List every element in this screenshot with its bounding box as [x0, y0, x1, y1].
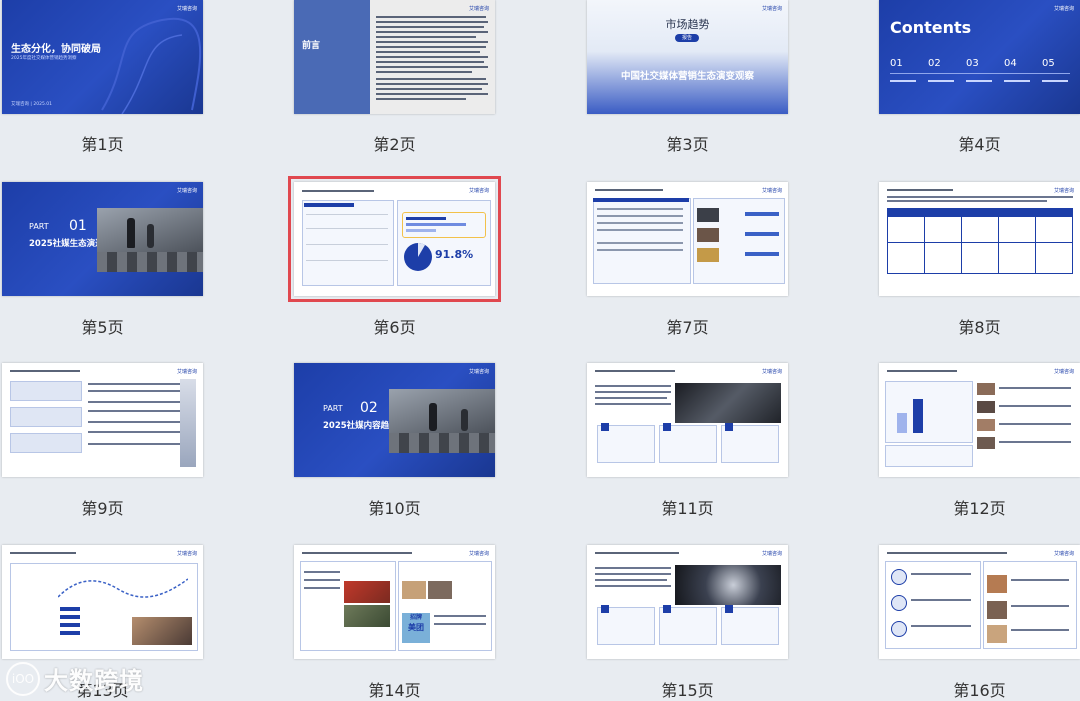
slide-thumbnail[interactable]: 艾瑞咨询 — [879, 363, 1080, 477]
pie-chart — [404, 243, 432, 271]
slide-page-label: 第15页 — [661, 681, 714, 700]
slide-thumbnail[interactable]: 艾瑞咨询 PART 01 2025社媒生态演进 — [2, 182, 203, 296]
brand-logo: 艾瑞咨询 — [1053, 369, 1074, 375]
slide-title: 2025社媒生态演进 — [29, 239, 104, 249]
slide-page-label: 第5页 — [81, 318, 124, 337]
contents-number-1: 01 — [890, 58, 903, 69]
part-number: 01 — [69, 218, 87, 234]
brand-logo: 艾瑞咨询 — [468, 188, 489, 194]
slide-page-label: 第9页 — [81, 499, 124, 518]
part-label: PART — [323, 404, 343, 413]
slide-page-label: 第11页 — [661, 499, 714, 518]
chess-image — [97, 208, 203, 272]
watermark-text: 大数跨境 — [44, 667, 144, 695]
slide-page-label: 第8页 — [958, 318, 1001, 337]
slide-thumbnail[interactable]: 艾瑞咨询 — [879, 545, 1080, 659]
slide-page-label: 第2页 — [373, 135, 416, 154]
part-number: 02 — [360, 400, 378, 416]
slide-title: 2025社媒内容趋势 — [323, 421, 398, 431]
contents-number-3: 03 — [966, 58, 979, 69]
slide-title: 前言 — [302, 41, 321, 51]
slide-thumbnail[interactable]: 艾瑞咨询 — [879, 182, 1080, 296]
contents-number-5: 05 — [1042, 58, 1055, 69]
slide-title: 生态分化，协同破局 — [11, 44, 101, 55]
slide-page-label: 第12页 — [953, 499, 1006, 518]
brand-logo: 艾瑞咨询 — [761, 188, 782, 194]
slide-page-label: 第6页 — [373, 318, 416, 337]
slide-page-label: 第7页 — [666, 318, 709, 337]
slide-thumbnail[interactable]: 艾瑞咨询 — [2, 545, 203, 659]
brand-logo: 艾瑞咨询 — [468, 369, 489, 375]
slide-thumbnail[interactable]: 艾瑞咨询 PART 02 2025社媒内容趋势 — [294, 363, 495, 477]
percent-stat: 91.8% — [435, 248, 474, 261]
brand-logo: 艾瑞咨询 — [468, 6, 489, 12]
slide-thumbnail[interactable]: 艾瑞咨询 — [587, 182, 788, 296]
tile-text-1: 招牌 — [409, 614, 422, 621]
slide-page-label: 第1页 — [81, 135, 124, 154]
slide-thumbnail-grid: 艾瑞咨询 生态分化，协同破局 2025年度社交媒体营销趋势洞察 艾瑞咨询 | 2… — [0, 0, 1080, 700]
slide-thumbnail-selected[interactable]: 艾瑞咨询 91.8% — [288, 176, 501, 302]
slide-page-label: 第14页 — [368, 681, 421, 700]
brand-logo: 艾瑞咨询 — [468, 551, 489, 557]
slide-thumbnail[interactable]: 艾瑞咨询 — [2, 363, 203, 477]
decorative-curve — [101, 17, 202, 114]
watermark: iOO 大数跨境 — [6, 661, 144, 696]
contents-number-4: 04 — [1004, 58, 1017, 69]
slide-thumbnail[interactable]: 艾瑞咨询 Contents 01 02 03 04 05 — [879, 0, 1080, 114]
slide-thumbnail[interactable]: 艾瑞咨询 生态分化，协同破局 2025年度社交媒体营销趋势洞察 艾瑞咨询 | 2… — [2, 0, 203, 114]
slide-subtitle: 2025年度社交媒体营销趋势洞察 — [11, 56, 77, 61]
slide-page-label: 第3页 — [666, 135, 709, 154]
brand-logo: 艾瑞咨询 — [761, 551, 782, 557]
contents-number-2: 02 — [928, 58, 941, 69]
brand-logo: 艾瑞咨询 — [176, 369, 197, 375]
slide-thumbnail[interactable]: 艾瑞咨询 — [587, 363, 788, 477]
slide-page-label: 第16页 — [953, 681, 1006, 700]
slide-title: Contents — [890, 18, 972, 37]
slide-thumbnail[interactable]: 艾瑞咨询 招牌 美团 — [294, 545, 495, 659]
brand-logo: 艾瑞咨询 — [176, 188, 197, 194]
brand-logo: 艾瑞咨询 — [176, 551, 197, 557]
part-label: PART — [29, 222, 49, 231]
slide-thumbnail[interactable]: 艾瑞咨询 市场趋势 报告 中国社交媒体营销生态演变观察 — [587, 0, 788, 114]
brand-logo: 艾瑞咨询 — [761, 6, 782, 12]
slide-footer: 艾瑞咨询 | 2025.01 — [11, 102, 52, 107]
slide-title: 市场趋势 — [665, 18, 710, 31]
brand-logo: 艾瑞咨询 — [1053, 551, 1074, 557]
slide-page-label: 第10页 — [368, 499, 421, 518]
brand-logo: 艾瑞咨询 — [761, 369, 782, 375]
chess-image — [389, 389, 495, 453]
slide-thumbnail[interactable]: 前言 艾瑞咨询 — [294, 0, 495, 114]
tile-text-2: 美团 — [408, 623, 424, 632]
trend-line — [58, 578, 188, 598]
brand-logo: 艾瑞咨询 — [1053, 6, 1074, 12]
brand-logo: 艾瑞咨询 — [1053, 188, 1074, 194]
watermark-logo-icon: iOO — [6, 661, 40, 696]
slide-thumbnail[interactable]: 艾瑞咨询 — [587, 545, 788, 659]
slide-subtitle: 中国社交媒体营销生态演变观察 — [620, 71, 754, 82]
slide-page-label: 第4页 — [958, 135, 1001, 154]
slide-badge: 报告 — [675, 34, 699, 42]
